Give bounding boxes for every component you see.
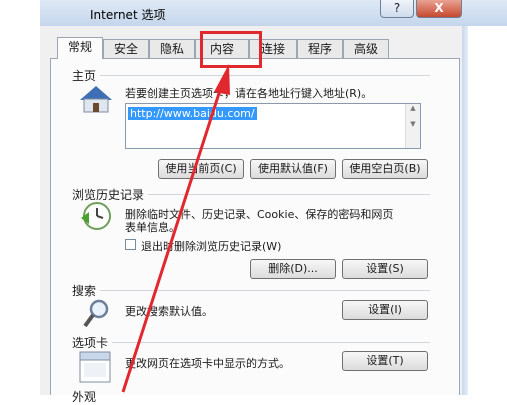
annotation-arrow	[121, 64, 230, 393]
internet-options-window: Internet 选项 ? X 常规 安全 隐私 内容 连接 程序 高级 主页 …	[0, 0, 507, 404]
